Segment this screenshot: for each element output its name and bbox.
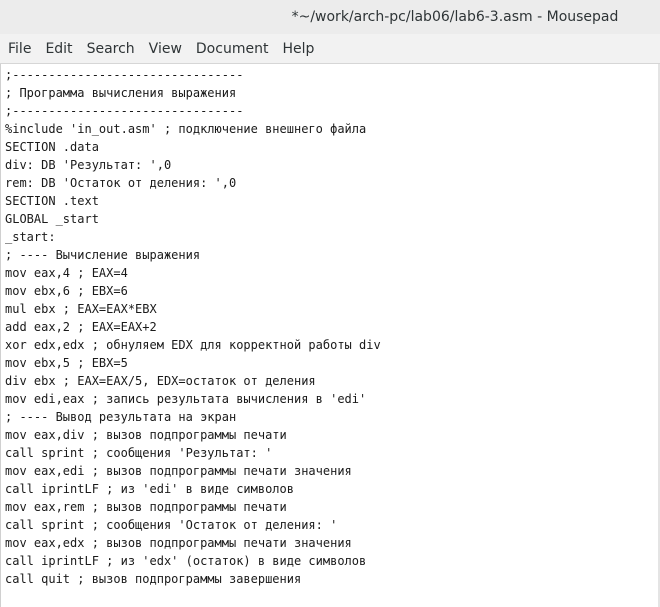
- code-line: call sprint ; сообщения 'Результат: ': [5, 446, 273, 460]
- menu-document[interactable]: Document: [190, 37, 275, 61]
- code-line: call iprintLF ; из 'edi' в виде символов: [5, 482, 294, 496]
- code-line: SECTION .data: [5, 140, 99, 154]
- code-line: xor edx,edx ; обнуляем EDX для корректно…: [5, 338, 381, 352]
- mousepad-window: *~/work/arch-pc/lab06/lab6-3.asm - Mouse…: [0, 0, 660, 607]
- code-line: ; ---- Вывод результата на экран: [5, 410, 237, 424]
- code-line: add eax,2 ; EAX=EAX+2: [5, 320, 157, 334]
- code-line: call quit ; вызов подпрограммы завершени…: [5, 572, 302, 586]
- code-line: ;--------------------------------: [5, 104, 244, 118]
- code-line: SECTION .text: [5, 194, 99, 208]
- text-editor-area[interactable]: ;-------------------------------- ; Прогр…: [0, 64, 658, 607]
- code-line: div: DB 'Результат: ',0: [5, 158, 172, 172]
- code-line: ; ---- Вычисление выражения: [5, 248, 201, 262]
- code-line: GLOBAL _start: [5, 212, 99, 226]
- code-line: %include 'in_out.asm' ; подключение внеш…: [5, 122, 367, 136]
- code-line: mov eax,edx ; вызов подпрограммы печати …: [5, 536, 352, 550]
- code-line: _start:: [5, 230, 56, 244]
- code-line: mov eax,edi ; вызов подпрограммы печати …: [5, 464, 352, 478]
- menu-bar: File Edit Search View Document Help: [0, 34, 660, 64]
- code-line: mov eax,div ; вызов подпрограммы печати: [5, 428, 287, 442]
- code-line: mov eax,4 ; EAX=4: [5, 266, 128, 280]
- code-line: mov ebx,6 ; EBX=6: [5, 284, 128, 298]
- code-line: call iprintLF ; из 'edx' (остаток) в вид…: [5, 554, 367, 568]
- menu-search[interactable]: Search: [81, 37, 141, 61]
- window-title: *~/work/arch-pc/lab06/lab6-3.asm - Mouse…: [291, 9, 619, 25]
- code-line: call sprint ; сообщения 'Остаток от деле…: [5, 518, 338, 532]
- code-line: mov eax,rem ; вызов подпрограммы печати: [5, 500, 287, 514]
- code-line: ;--------------------------------: [5, 68, 244, 82]
- menu-edit[interactable]: Edit: [39, 37, 78, 61]
- code-lines: ;-------------------------------- ; Прогр…: [5, 66, 658, 588]
- code-line: ; Программа вычисления выражения: [5, 86, 237, 100]
- menu-help[interactable]: Help: [276, 37, 320, 61]
- code-line: mov edi,eax ; запись результата вычислен…: [5, 392, 367, 406]
- menu-view[interactable]: View: [143, 37, 188, 61]
- title-bar[interactable]: *~/work/arch-pc/lab06/lab6-3.asm - Mouse…: [0, 0, 660, 34]
- code-line: div ebx ; EAX=EAX/5, EDX=остаток от деле…: [5, 374, 316, 388]
- code-line: mul ebx ; EAX=EAX*EBX: [5, 302, 157, 316]
- menu-file[interactable]: File: [2, 37, 37, 61]
- code-line: mov ebx,5 ; EBX=5: [5, 356, 128, 370]
- code-line: rem: DB 'Остаток от деления: ',0: [5, 176, 237, 190]
